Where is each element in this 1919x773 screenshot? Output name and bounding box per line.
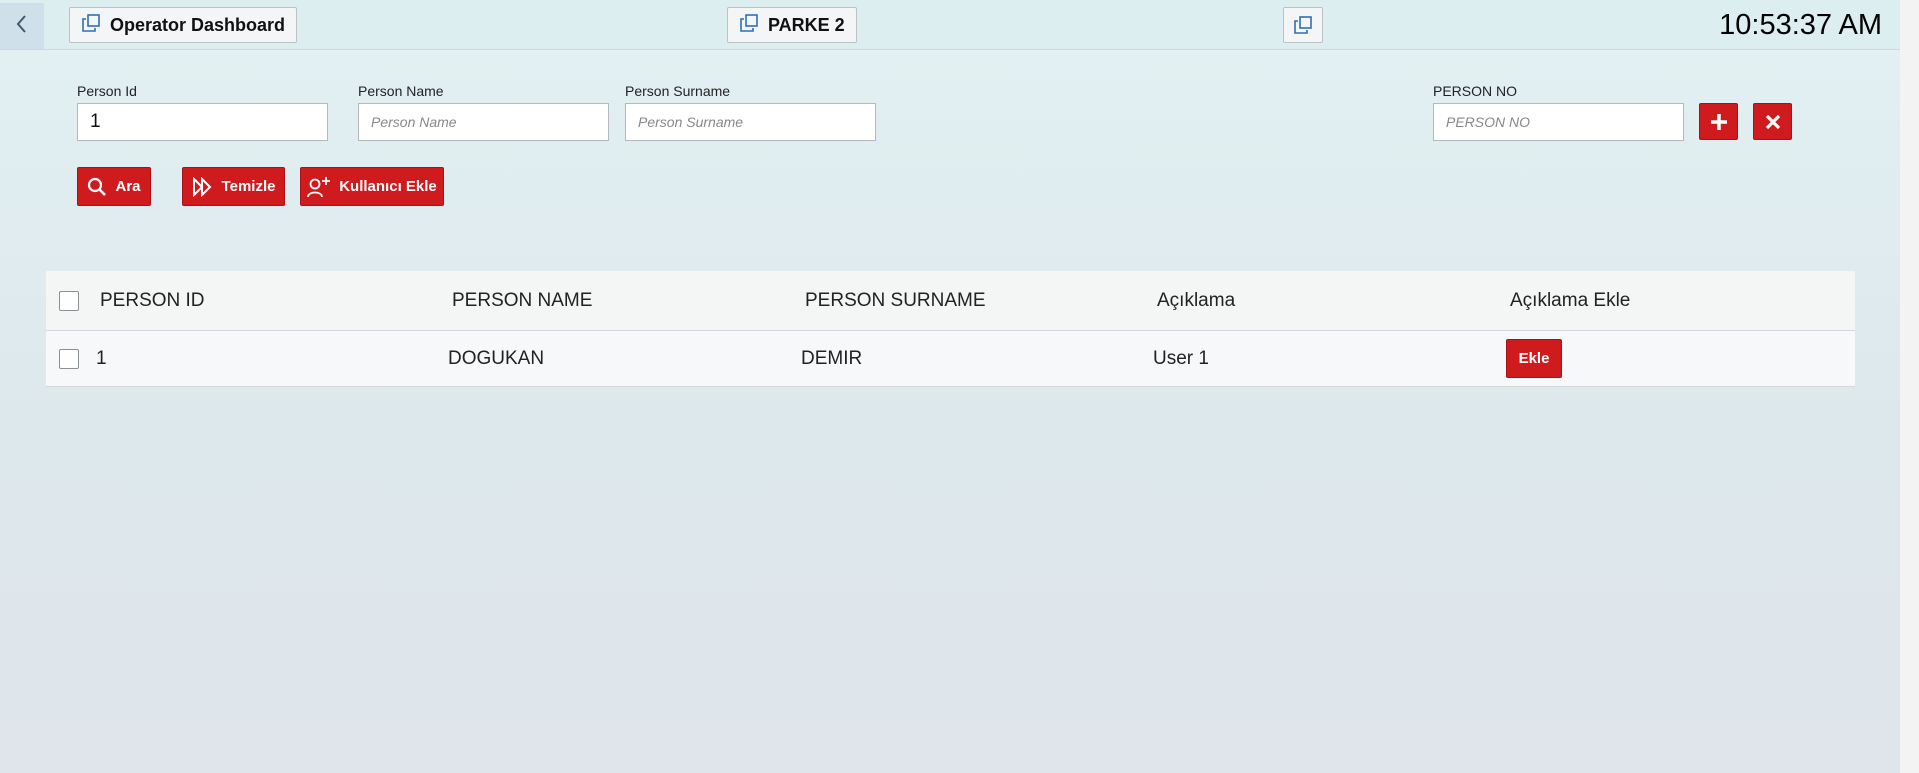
person-table: PERSON ID PERSON NAME PERSON SURNAME Açı…	[46, 271, 1855, 387]
chevron-left-icon	[15, 14, 29, 39]
table-row[interactable]: 1 DOGUKAN DEMIR User 1 Ekle	[46, 331, 1855, 387]
plus-icon	[1709, 112, 1729, 132]
person-name-label: Person Name	[358, 83, 444, 99]
shell-header: Operator Dashboard PARKE 2 10:53:37 AM	[0, 0, 1900, 50]
add-user-button[interactable]: Kullanıcı Ekle	[300, 167, 444, 206]
person-id-label: Person Id	[77, 83, 137, 99]
back-button[interactable]	[0, 3, 44, 49]
fast-forward-icon	[192, 176, 222, 197]
person-id-input[interactable]	[77, 103, 328, 141]
table-header: PERSON ID PERSON NAME PERSON SURNAME Açı…	[46, 271, 1855, 331]
add-button[interactable]	[1699, 103, 1738, 140]
cell-description: User 1	[1153, 347, 1209, 369]
column-header-person-name[interactable]: PERSON NAME	[452, 271, 592, 330]
search-button-label: Ara	[115, 178, 141, 195]
person-no-input[interactable]	[1433, 103, 1684, 141]
add-user-button-label: Kullanıcı Ekle	[339, 178, 437, 195]
clock: 10:53:37 AM	[1719, 9, 1882, 41]
column-header-add-description[interactable]: Açıklama Ekle	[1510, 271, 1630, 330]
column-header-description[interactable]: Açıklama	[1157, 271, 1235, 330]
person-surname-label: Person Surname	[625, 83, 731, 99]
open-window-button[interactable]	[1283, 7, 1323, 43]
person-name-input[interactable]	[358, 103, 609, 141]
parke-2-label: PARKE 2	[768, 14, 845, 35]
new-window-icon	[739, 13, 768, 38]
person-surname-input[interactable]	[625, 103, 876, 141]
add-description-button[interactable]: Ekle	[1506, 339, 1562, 378]
new-window-icon	[81, 13, 110, 38]
clear-button[interactable]: Temizle	[182, 167, 285, 206]
select-all-checkbox[interactable]	[59, 290, 79, 311]
person-no-label: PERSON NO	[1433, 83, 1518, 99]
cell-person-name: DOGUKAN	[448, 347, 545, 369]
close-icon	[1765, 114, 1781, 130]
new-window-icon	[1293, 15, 1313, 35]
cell-person-surname: DEMIR	[801, 347, 863, 369]
row-checkbox[interactable]	[59, 348, 79, 369]
operator-dashboard-label: Operator Dashboard	[110, 14, 286, 35]
add-user-icon	[307, 176, 339, 198]
search-button[interactable]: Ara	[77, 167, 151, 206]
operator-dashboard-button[interactable]: Operator Dashboard	[69, 7, 298, 43]
search-icon	[87, 177, 115, 197]
remove-button[interactable]	[1753, 103, 1792, 140]
cell-person-id: 1	[96, 347, 107, 369]
parke-2-button[interactable]: PARKE 2	[727, 7, 857, 43]
clear-button-label: Temizle	[221, 178, 276, 195]
column-header-person-surname[interactable]: PERSON SURNAME	[805, 271, 986, 330]
column-header-person-id[interactable]: PERSON ID	[100, 271, 205, 330]
scrollbar[interactable]	[1900, 0, 1919, 773]
